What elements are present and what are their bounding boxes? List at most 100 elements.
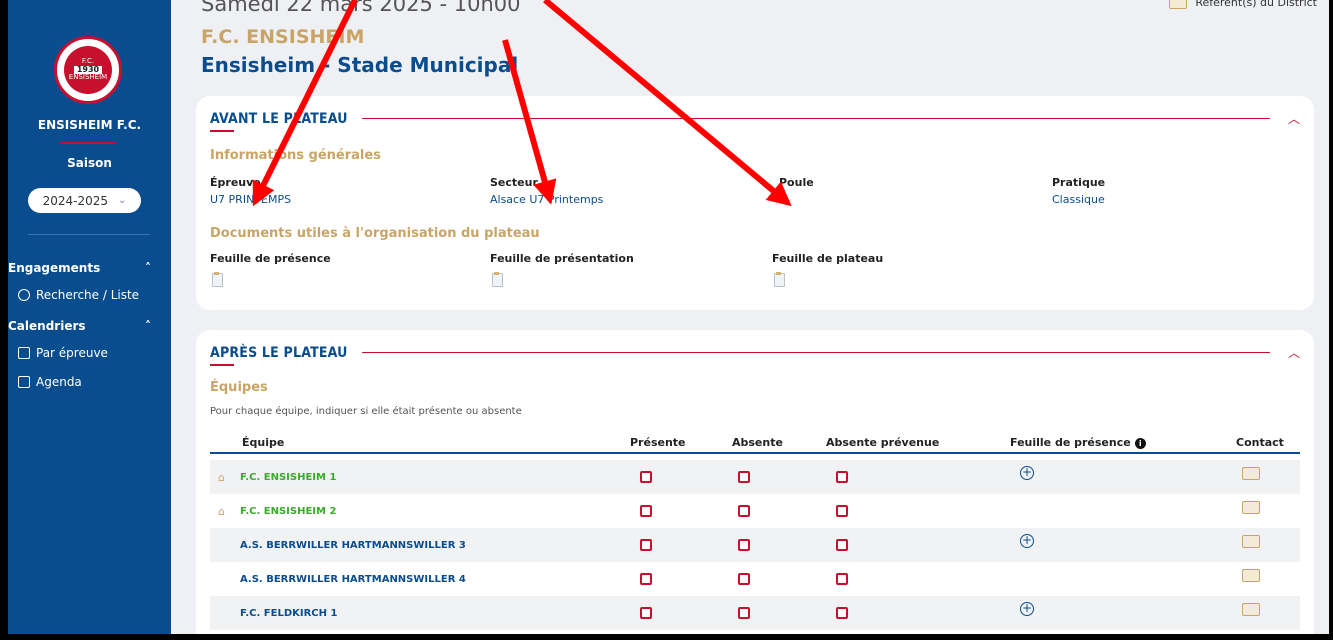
absente-prevenue-checkbox[interactable] [836,539,848,551]
club-logo-badge: F.C. 1930 ENSISHEIM [64,46,112,94]
doc-feuille-presence-icon[interactable] [212,272,223,287]
app-window: F.C. 1930 ENSISHEIM ENSISHEIM F.C. Saiso… [8,0,1329,634]
equipes-title: Équipes [210,380,268,395]
absente-checkbox[interactable] [738,471,750,483]
sidebar-item-label: Agenda [36,375,82,389]
logo-line3: ENSISHEIM [68,73,108,82]
add-presence-sheet-icon[interactable]: + [1020,466,1034,480]
team-name[interactable]: A.S. BERRWILLER HARTMANNSWILLER 4 [240,574,466,585]
pratique-label: Pratique [1052,176,1106,189]
absente-checkbox[interactable] [738,573,750,585]
main-content: Samedi 22 mars 2025 - 10h00 F.C. ENSISHE… [171,0,1329,634]
teams-table-header: Équipe Présente Absente Absente prévenue… [210,428,1300,454]
doc-feuille-presentation-icon[interactable] [492,272,503,287]
avant-plateau-header[interactable]: AVANT LE PLATEAU ︿ [210,110,1300,132]
club-name: ENSISHEIM F.C. [37,118,142,132]
absente-checkbox[interactable] [738,505,750,517]
presente-checkbox[interactable] [640,505,652,517]
presente-checkbox[interactable] [640,573,652,585]
add-presence-sheet-icon[interactable]: + [1020,534,1034,548]
doc-feuille-plateau-label: Feuille de plateau [772,252,884,265]
absente-prevenue-checkbox[interactable] [836,505,848,517]
col-contact: Contact [1236,436,1284,449]
absente-prevenue-checkbox[interactable] [836,607,848,619]
sidebar-item-label: Recherche / Liste [36,288,140,302]
apres-plateau-panel: APRÈS LE PLATEAU ︿ Équipes Pour chaque é… [196,330,1314,634]
equipes-help-text: Pour chaque équipe, indiquer si elle éta… [210,406,522,417]
sidebar-divider [28,234,150,235]
avant-plateau-panel: AVANT LE PLATEAU ︿ Informations générale… [196,96,1314,310]
info-icon[interactable]: i [1134,438,1146,449]
panel-title: AVANT LE PLATEAU [210,110,348,132]
epreuve-label: Épreuve [210,176,261,189]
sidebar: F.C. 1930 ENSISHEIM ENSISHEIM F.C. Saiso… [8,0,171,634]
match-date: Samedi 22 mars 2025 - 10h00 [201,0,521,16]
absente-prevenue-checkbox[interactable] [836,573,848,585]
col-absente: Absente [732,436,783,449]
panel-rule [361,352,1270,353]
contact-card-icon[interactable] [1242,569,1260,582]
panel-rule [361,118,1270,119]
poule-value[interactable]: 6 [779,193,786,206]
pratique-value: Classique [1052,193,1105,206]
nav-section-engagements[interactable]: Engagements ˄ [8,261,171,275]
presente-checkbox[interactable] [640,607,652,619]
secteur-label: Secteur [490,176,538,189]
info-generales-title: Informations générales [210,148,381,163]
sidebar-item-agenda[interactable]: Agenda [18,375,82,389]
documents-title: Documents utiles à l'organisation du pla… [210,226,540,241]
team-name[interactable]: F.C. ENSISHEIM 2 [240,506,336,517]
nav-section-label: Engagements [8,261,101,275]
table-row: F.C. FELDKIRCH 1 + [210,596,1300,630]
chevron-up-icon: ˄ [145,261,151,275]
contact-card-icon[interactable] [1242,501,1260,514]
club-logo: F.C. 1930 ENSISHEIM [54,36,122,104]
doc-feuille-plateau-icon[interactable] [774,272,785,287]
district-referent-link[interactable]: Référent(s) du District [1169,0,1317,9]
absente-checkbox[interactable] [738,539,750,551]
table-row: ⌂ F.C. ENSISHEIM 1 + [210,460,1300,494]
col-presente: Présente [630,436,686,449]
sidebar-item-par-epreuve[interactable]: Par épreuve [18,346,108,360]
absente-checkbox[interactable] [738,607,750,619]
col-equipe: Équipe [242,436,285,449]
season-label: Saison [67,156,112,170]
home-icon: ⌂ [218,505,225,518]
sidebar-item-recherche-liste[interactable]: Recherche / Liste [18,288,139,302]
search-list-icon [18,289,30,301]
contact-card-icon [1169,0,1188,9]
team-name[interactable]: F.C. FELDKIRCH 1 [240,608,337,619]
absente-prevenue-checkbox[interactable] [836,471,848,483]
venue-name: Ensisheim - Stade Municipal [201,53,519,77]
col-feuille-presence-label: Feuille de présence [1010,436,1131,449]
team-name[interactable]: A.S. BERRWILLER HARTMANNSWILLER 3 [240,540,466,551]
contact-card-icon[interactable] [1242,535,1260,548]
season-value: 2024-2025 [42,193,109,208]
add-presence-sheet-icon[interactable]: + [1020,602,1034,616]
epreuve-value[interactable]: U7 PRINTEMPS [210,193,291,206]
nav-section-label: Calendriers [8,319,86,333]
chevron-up-icon[interactable]: ︿ [1288,344,1300,361]
contact-card-icon[interactable] [1242,467,1260,480]
presente-checkbox[interactable] [640,539,652,551]
sidebar-item-label: Par épreuve [36,346,108,360]
club-underline [60,142,116,144]
season-select[interactable]: 2024-2025 ⌄ [28,188,141,213]
contact-card-icon[interactable] [1242,603,1260,616]
district-referent-label: Référent(s) du District [1195,0,1317,9]
panel-title: APRÈS LE PLATEAU [210,344,348,366]
secteur-value[interactable]: Alsace U7 Printemps [490,193,603,206]
apres-plateau-header[interactable]: APRÈS LE PLATEAU ︿ [210,344,1300,366]
calendar-icon [18,376,30,388]
nav-section-calendriers[interactable]: Calendriers ˄ [8,319,171,333]
chevron-up-icon[interactable]: ︿ [1288,110,1300,127]
doc-feuille-presentation-label: Feuille de présentation [490,252,634,265]
table-row: A.S. BERRWILLER HARTMANNSWILLER 4 [210,562,1300,596]
home-icon: ⌂ [218,471,225,484]
presente-checkbox[interactable] [640,471,652,483]
team-name[interactable]: F.C. ENSISHEIM 1 [240,472,336,483]
host-club: F.C. ENSISHEIM [201,26,365,48]
chevron-down-icon: ⌄ [118,195,127,206]
poule-label: Poule [779,176,814,189]
table-row: A.S. BERRWILLER HARTMANNSWILLER 3 + [210,528,1300,562]
